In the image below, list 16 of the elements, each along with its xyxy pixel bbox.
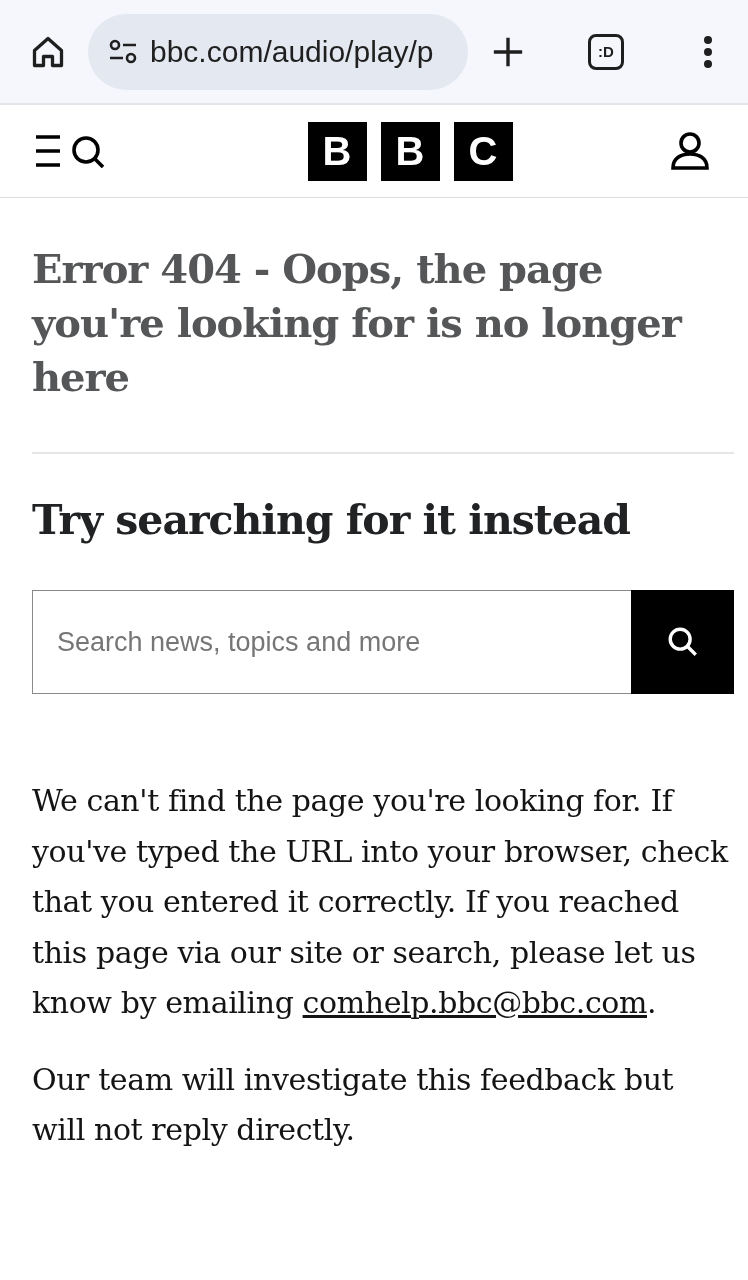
- account-icon[interactable]: [670, 132, 710, 170]
- search-button[interactable]: [631, 590, 734, 694]
- bbc-logo[interactable]: B B C: [307, 121, 513, 181]
- feedback-note: Our team will investigate this feedback but will not reply directly.: [32, 1060, 675, 1149]
- email-link[interactable]: comhelp.bbc@bbc.com: [302, 985, 647, 1020]
- logo-block: B: [380, 121, 440, 181]
- tab-switcher[interactable]: :D: [588, 33, 624, 70]
- logo-block: C: [453, 121, 513, 181]
- logo-block: B: [307, 121, 367, 181]
- site-settings-icon[interactable]: [108, 38, 138, 65]
- url-text: bbc.com/audio/play/p: [150, 34, 434, 69]
- address-bar[interactable]: bbc.com/audio/play/p: [88, 13, 468, 90]
- error-message: We can't find the page you're looking for. If you've typed the URL into your browser, check that you entered it correctly. If you reached this page via our site or search, please let us know by emailing comhelp.bbc@bbc.com.: [32, 782, 730, 1022]
- error-title: Error 404 - Oops, the page you're looking for is no longer here: [32, 244, 684, 402]
- search-heading: Try searching for it instead: [32, 496, 632, 544]
- search-field[interactable]: Search news, topics and more: [32, 590, 631, 694]
